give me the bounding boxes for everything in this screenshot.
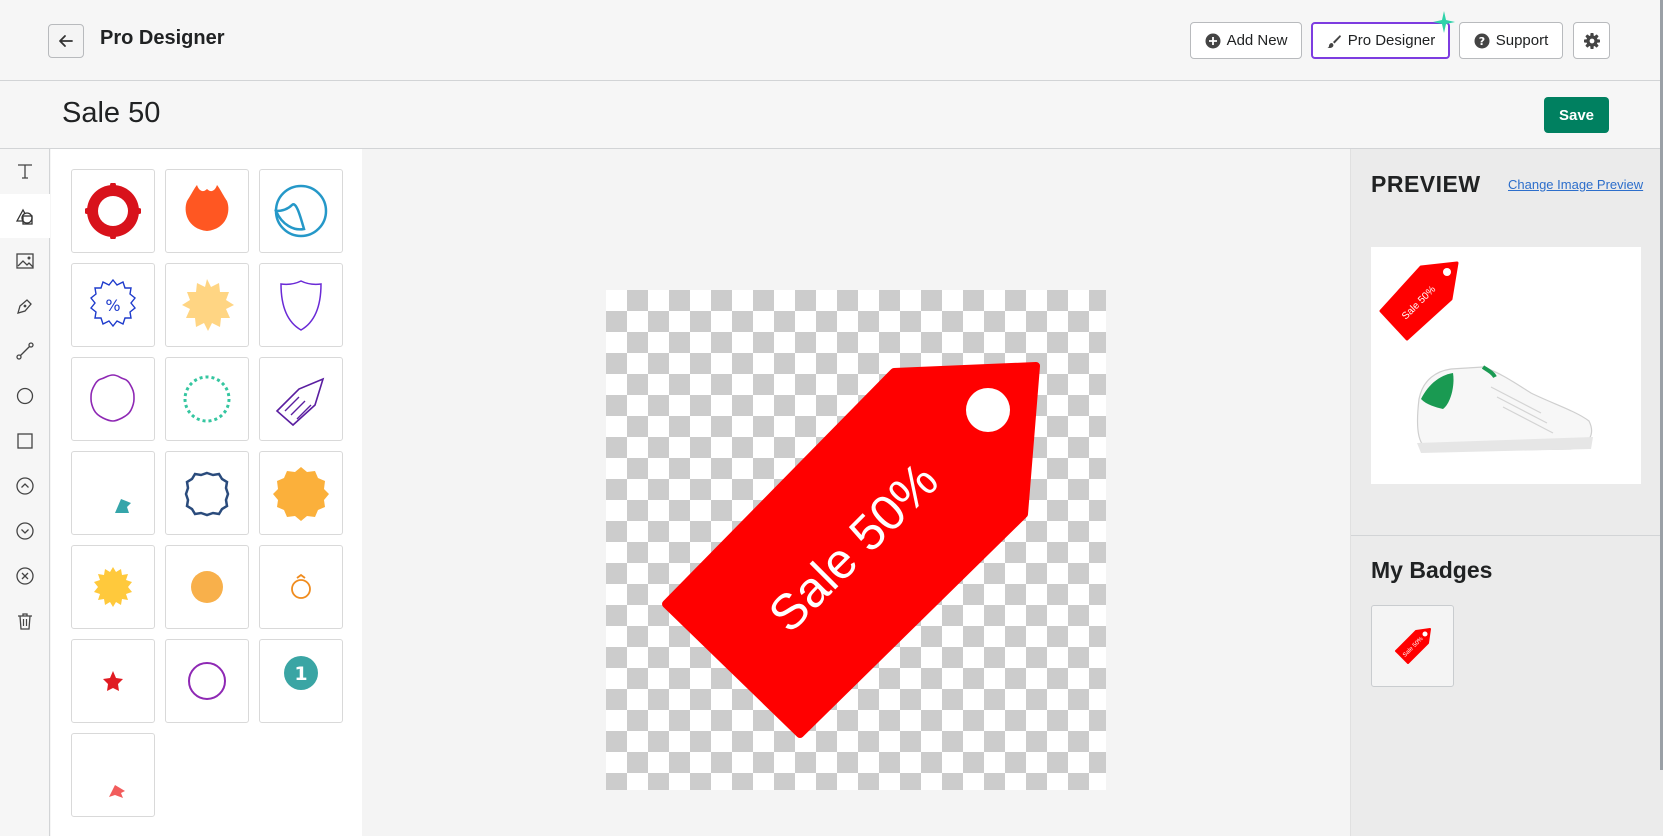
pro-designer-label: Pro Designer	[1347, 32, 1436, 49]
design-canvas[interactable]: Sale 50%	[606, 290, 1106, 790]
yellow-starburst[interactable]	[165, 263, 249, 347]
sparkle-icon	[1433, 11, 1455, 33]
gear-icon	[1583, 32, 1600, 49]
pro-designer-button[interactable]: Pro Designer	[1311, 22, 1450, 59]
my-badge-item[interactable]: Sale 50%	[1371, 605, 1454, 687]
shapes-panel: % 1	[51, 149, 362, 836]
deselect-icon[interactable]	[0, 554, 50, 598]
shape-grid: % 1	[71, 169, 343, 817]
orange-ring-outline[interactable]	[259, 545, 343, 629]
preview-title: PREVIEW	[1371, 171, 1481, 197]
purple-chevron-tag[interactable]	[259, 357, 343, 441]
blue-peel-sticker[interactable]	[259, 169, 343, 253]
teal-number-one-badge[interactable]: 1	[259, 639, 343, 723]
svg-text:1: 1	[294, 663, 307, 685]
red-ring-badge[interactable]	[71, 169, 155, 253]
badge-title-bar: Sale 50 Save	[0, 82, 1663, 149]
blue-percent-seal[interactable]: %	[71, 263, 155, 347]
orange-crown-badge[interactable]	[165, 169, 249, 253]
image-tool-icon[interactable]	[0, 239, 50, 283]
purple-circle-outline[interactable]	[165, 639, 249, 723]
bring-forward-icon[interactable]	[0, 464, 50, 508]
path-tool-icon[interactable]	[0, 329, 50, 373]
trash-icon[interactable]	[0, 599, 50, 643]
yellow-sun-burst[interactable]	[71, 545, 155, 629]
change-image-preview-link[interactable]: Change Image Preview	[1508, 177, 1643, 192]
purple-wavy-circle[interactable]	[71, 357, 155, 441]
teal-ribbon-flag[interactable]	[71, 451, 155, 535]
canvas-area: Sale 50%	[362, 149, 1350, 836]
shapes-tool-icon[interactable]	[0, 194, 50, 238]
preview-image: Sale 50%	[1371, 247, 1641, 484]
svg-text:%: %	[105, 296, 120, 315]
purple-shield[interactable]	[259, 263, 343, 347]
help-circle-icon: ?	[1474, 33, 1490, 48]
text-tool-icon[interactable]	[0, 149, 50, 193]
panel-divider	[1351, 535, 1663, 536]
badge-name: Sale 50	[62, 97, 161, 129]
pen-tool-icon[interactable]	[0, 284, 50, 328]
orange-wavy-seal[interactable]	[259, 451, 343, 535]
teal-zigzag-circle[interactable]	[165, 357, 249, 441]
pink-ribbon-flag[interactable]	[71, 733, 155, 817]
sale-tag-badge[interactable]: Sale 50%	[606, 290, 1106, 790]
square-tool-icon[interactable]	[0, 419, 50, 463]
save-button[interactable]: Save	[1544, 97, 1609, 133]
arrow-left-icon	[59, 35, 73, 47]
support-button[interactable]: ? Support	[1459, 22, 1563, 59]
top-bar: Pro Designer Add New Pro Designer ? Supp…	[0, 0, 1663, 81]
sneaker-image	[1416, 365, 1593, 453]
support-label: Support	[1495, 32, 1549, 49]
add-new-label: Add New	[1226, 32, 1288, 49]
brush-icon	[1327, 34, 1341, 48]
navy-wavy-circle[interactable]	[165, 451, 249, 535]
back-button[interactable]	[48, 24, 84, 58]
red-star[interactable]	[71, 639, 155, 723]
tool-rail	[0, 149, 50, 836]
circle-tool-icon[interactable]	[0, 374, 50, 418]
send-backward-icon[interactable]	[0, 509, 50, 553]
app-title: Pro Designer	[100, 27, 225, 49]
preview-mini-tag: Sale 50%	[1379, 261, 1459, 341]
my-badge-thumbnail: Sale 50%	[1394, 628, 1431, 664]
my-badges-title: My Badges	[1371, 557, 1493, 583]
svg-text:?: ?	[1479, 35, 1485, 48]
settings-button[interactable]	[1573, 22, 1610, 59]
add-new-button[interactable]: Add New	[1190, 22, 1302, 59]
preview-panel: PREVIEW Change Image Preview Sale 50% My…	[1350, 149, 1663, 836]
plus-circle-icon	[1205, 33, 1221, 48]
orange-dot[interactable]	[165, 545, 249, 629]
